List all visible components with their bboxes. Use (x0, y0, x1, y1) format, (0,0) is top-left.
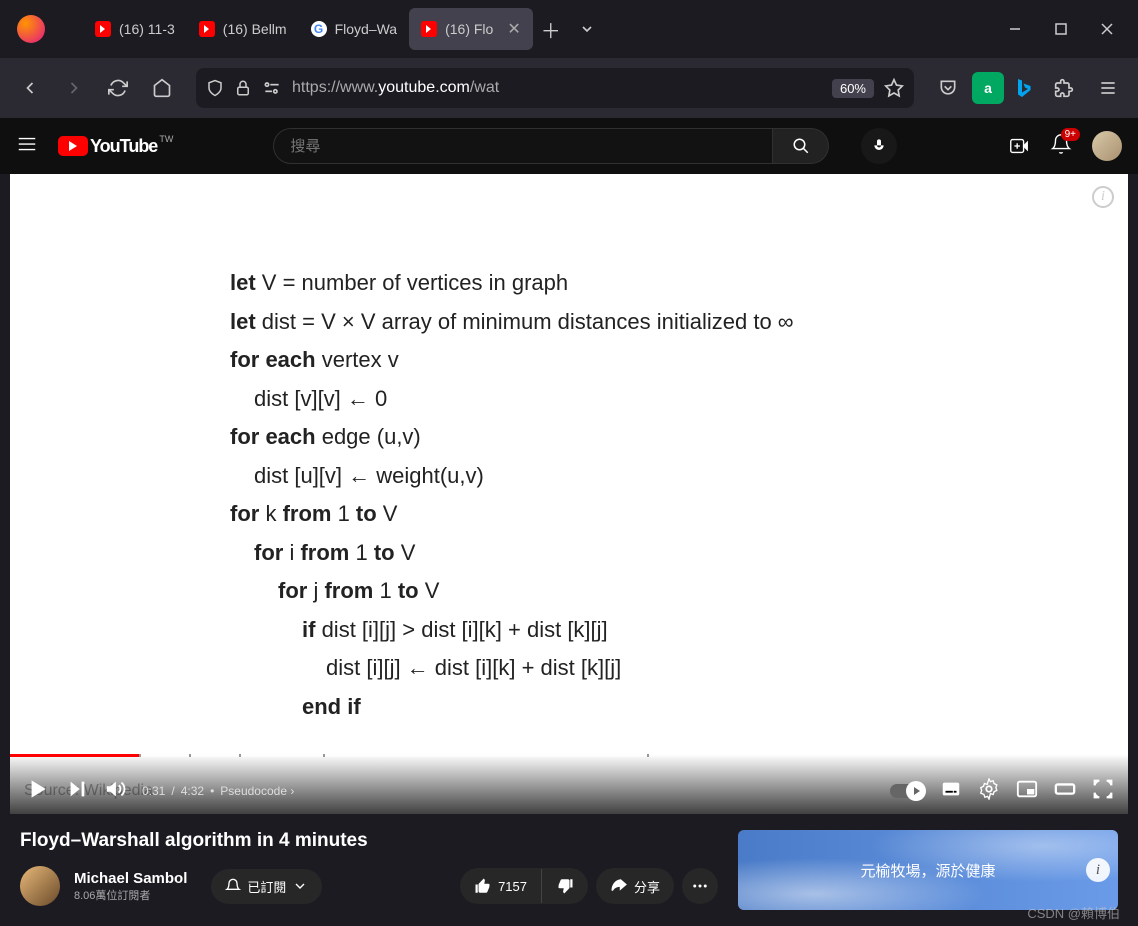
firefox-logo-icon (8, 15, 53, 43)
chevron-down-icon (292, 878, 308, 894)
volume-button[interactable] (104, 778, 126, 805)
search-button[interactable] (773, 128, 829, 164)
theater-button[interactable] (1054, 778, 1076, 805)
search-input[interactable] (273, 128, 773, 164)
youtube-header: YouTube TW 9+ (0, 118, 1138, 174)
search-form (273, 128, 829, 164)
browser-titlebar: (16) 11-3 (16) Bellm G Floyd–Wa (16) Flo ✕… (0, 0, 1138, 58)
google-favicon-icon: G (311, 21, 327, 37)
address-bar[interactable]: https://www.youtube.com/wat 60% (196, 68, 914, 108)
browser-toolbar: https://www.youtube.com/wat 60% a (0, 58, 1138, 118)
youtube-favicon-icon (421, 21, 437, 37)
tab-label: (16) Flo (445, 21, 493, 37)
time-display: 0:31/4:32 • Pseudocode › (142, 784, 294, 798)
user-avatar[interactable] (1092, 131, 1122, 161)
lock-icon (234, 79, 252, 97)
watermark: CSDN @賴博伯 (1027, 903, 1120, 922)
next-button[interactable] (66, 778, 88, 805)
play-button[interactable] (24, 776, 50, 807)
browser-tab-active[interactable]: (16) Flo ✕ (409, 8, 533, 50)
youtube-favicon-icon (199, 21, 215, 37)
bookmark-star-icon[interactable] (884, 78, 904, 98)
video-player[interactable]: i let V = number of vertices in graph le… (10, 174, 1128, 814)
progress-bar[interactable] (10, 754, 1128, 757)
like-button[interactable]: 7157 (460, 869, 541, 903)
youtube-logo[interactable]: YouTube TW (58, 136, 173, 157)
ad-banner[interactable]: 元榆牧場，源於健康 i (738, 830, 1118, 910)
fullscreen-button[interactable] (1092, 778, 1114, 805)
youtube-logo-text: YouTube (90, 136, 157, 157)
shield-icon (206, 79, 224, 97)
share-button[interactable]: 分享 (596, 868, 674, 904)
chapter-link[interactable]: Pseudocode › (220, 784, 294, 798)
tab-label: (16) 11-3 (119, 21, 175, 37)
new-tab-button[interactable]: ＋ (533, 11, 569, 47)
browser-tabs: (16) 11-3 (16) Bellm G Floyd–Wa (16) Flo ✕ (83, 0, 533, 58)
pocket-button[interactable] (928, 68, 968, 108)
channel-avatar[interactable] (20, 866, 60, 906)
tab-close-icon[interactable]: ✕ (507, 19, 520, 39)
window-maximize-button[interactable] (1038, 8, 1084, 50)
video-content: let V = number of vertices in graph let … (10, 174, 1128, 726)
tab-label: (16) Bellm (223, 21, 287, 37)
app-menu-button[interactable] (1088, 68, 1128, 108)
reload-button[interactable] (98, 68, 138, 108)
youtube-favicon-icon (95, 21, 111, 37)
subscriber-count: 8.06萬位訂閱者 (74, 887, 187, 903)
captions-button[interactable] (940, 778, 962, 805)
window-minimize-button[interactable] (992, 8, 1038, 50)
browser-tab[interactable]: G Floyd–Wa (299, 8, 410, 50)
forward-button[interactable] (54, 68, 94, 108)
youtube-locale-label: TW (159, 134, 173, 144)
voice-search-button[interactable] (861, 128, 897, 164)
notifications-button[interactable]: 9+ (1050, 133, 1072, 160)
share-label: 分享 (634, 877, 660, 896)
player-controls: 0:31/4:32 • Pseudocode › (10, 754, 1128, 814)
more-actions-button[interactable] (682, 868, 718, 904)
bell-icon (225, 878, 241, 894)
permissions-icon (262, 79, 282, 97)
tab-label: Floyd–Wa (335, 21, 398, 37)
zoom-badge[interactable]: 60% (832, 79, 874, 98)
menu-button[interactable] (16, 133, 38, 160)
notification-badge: 9+ (1061, 128, 1080, 141)
window-close-button[interactable] (1084, 8, 1130, 50)
video-info-section: Floyd–Warshall algorithm in 4 minutes Mi… (0, 814, 1138, 910)
ad-info-icon[interactable]: i (1086, 858, 1110, 882)
settings-button[interactable] (978, 778, 1000, 805)
youtube-play-icon (58, 136, 88, 156)
like-dislike-pill: 7157 (460, 868, 588, 904)
browser-tab[interactable]: (16) 11-3 (83, 8, 187, 50)
browser-tab[interactable]: (16) Bellm (187, 8, 299, 50)
bing-extension-icon[interactable] (1008, 72, 1040, 104)
like-count: 7157 (498, 879, 527, 894)
tab-list-button[interactable] (569, 11, 605, 47)
extensions-button[interactable] (1044, 68, 1084, 108)
autoplay-toggle[interactable] (890, 784, 924, 798)
subscribe-label: 已訂閱 (247, 877, 286, 896)
extension-a-icon[interactable]: a (972, 72, 1004, 104)
create-button[interactable] (1008, 135, 1030, 157)
back-button[interactable] (10, 68, 50, 108)
subscribe-button[interactable]: 已訂閱 (211, 869, 322, 904)
miniplayer-button[interactable] (1016, 778, 1038, 805)
dislike-button[interactable] (541, 869, 588, 903)
window-controls (992, 8, 1130, 50)
url-text: https://www.youtube.com/wat (292, 79, 822, 97)
ad-text: 元榆牧場，源於健康 (860, 860, 995, 881)
video-title: Floyd–Warshall algorithm in 4 minutes (20, 830, 718, 852)
channel-name[interactable]: Michael Sambol (74, 870, 187, 887)
home-button[interactable] (142, 68, 182, 108)
info-icon[interactable]: i (1092, 186, 1114, 208)
